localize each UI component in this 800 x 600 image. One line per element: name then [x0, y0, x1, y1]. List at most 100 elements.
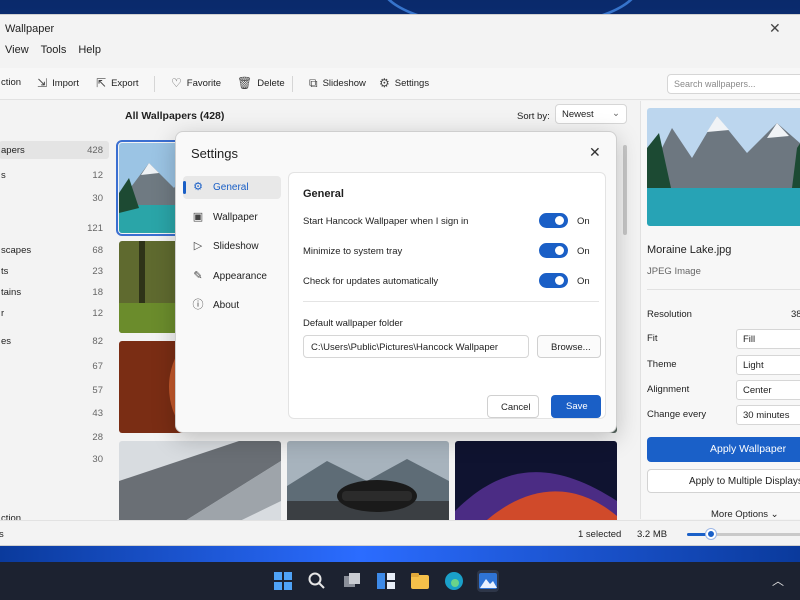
- fit-label: Fit: [647, 333, 658, 344]
- sidebar: apers 428 s 12 30 121 scapes 68 ts 23 tains 18 r 12 es…: [0, 101, 111, 524]
- title-bar[interactable]: Wallpaper ✕: [0, 15, 800, 43]
- nav-wallpaper[interactable]: ▣ Wallpaper: [183, 206, 281, 229]
- menu-tools[interactable]: Tools: [29, 43, 67, 65]
- image-icon: ▣: [192, 211, 204, 223]
- sidebar-item-count: 43: [92, 408, 103, 419]
- nav-appearance-label: Appearance: [213, 271, 267, 282]
- more-options-button[interactable]: More Options ⌄: [711, 509, 779, 520]
- nav-appearance[interactable]: ✎ Appearance: [183, 265, 281, 288]
- new-collection-button[interactable]: ction: [1, 77, 21, 88]
- option-check-updates: Check for updates automatically On: [303, 273, 593, 291]
- favorite-label: Favorite: [186, 77, 222, 89]
- sidebar-item-count: 57: [92, 385, 103, 396]
- zoom-slider[interactable]: [687, 529, 800, 539]
- sidebar-item-count: 23: [92, 266, 103, 277]
- details-panel: Moraine Lake.jpg JPEG Image Resolution 3…: [640, 101, 800, 520]
- window-close-icon[interactable]: ✕: [769, 20, 781, 37]
- fit-select[interactable]: Fill: [736, 329, 800, 349]
- sidebar-item[interactable]: apers 428: [0, 141, 109, 159]
- brush-icon: ✎: [193, 270, 203, 282]
- taskbar: ︿: [0, 562, 800, 600]
- sidebar-item-label: es: [1, 336, 12, 347]
- sidebar-item[interactable]: es 82: [0, 332, 109, 350]
- resolution-label: Resolution: [647, 309, 692, 320]
- sidebar-item[interactable]: 57: [0, 381, 109, 399]
- save-button[interactable]: Save: [551, 395, 601, 418]
- search-input[interactable]: Search wallpapers...: [667, 74, 800, 94]
- widgets-button[interactable]: [375, 570, 397, 592]
- export-label: Export: [111, 77, 139, 89]
- sidebar-item[interactable]: tains 18: [0, 283, 109, 301]
- minimize-to-tray-toggle[interactable]: [539, 243, 568, 258]
- menu-view[interactable]: View: [0, 43, 29, 65]
- chevron-down-icon: ⌄: [612, 108, 620, 119]
- toggle-state: On: [577, 276, 590, 287]
- change-every-select[interactable]: 30 minutes: [736, 405, 800, 425]
- wallpaper-app-button[interactable]: [477, 570, 499, 592]
- wallpaper-thumbnail[interactable]: [455, 441, 617, 531]
- nav-about-label: About: [213, 300, 240, 311]
- sidebar-item[interactable]: ts 23: [0, 262, 109, 280]
- zoom-slider-handle[interactable]: [706, 529, 716, 539]
- start-on-signin-toggle[interactable]: [539, 213, 568, 228]
- menu-bar: View Tools Help: [0, 43, 800, 65]
- gear-icon: ⚙: [379, 76, 390, 90]
- settings-button[interactable]: ⚙ Settings: [379, 77, 429, 89]
- sidebar-item-count: 428: [87, 145, 103, 156]
- sidebar-item[interactable]: s 12: [0, 166, 109, 184]
- folder-label: Default wallpaper folder: [303, 318, 403, 329]
- start-button[interactable]: [272, 570, 294, 592]
- favorite-button[interactable]: ♡ Favorite: [171, 77, 221, 89]
- alignment-select[interactable]: Center: [736, 380, 800, 400]
- import-button[interactable]: ⇲ Import: [37, 77, 79, 89]
- chevron-up-icon[interactable]: ︿: [772, 572, 784, 589]
- sidebar-item[interactable]: r 12: [0, 304, 109, 322]
- info-icon: ⓘ: [192, 299, 204, 311]
- wallpaper-thumbnail[interactable]: [287, 441, 449, 531]
- sidebar-item-label: ts: [1, 266, 9, 277]
- task-view-button[interactable]: [341, 570, 363, 592]
- browse-button[interactable]: Browse...: [537, 335, 601, 358]
- nav-wallpaper-label: Wallpaper: [213, 212, 258, 223]
- folder-path-field[interactable]: C:\Users\Public\Pictures\Hancock Wallpap…: [303, 335, 529, 358]
- check-updates-toggle[interactable]: [539, 273, 568, 288]
- toggle-knob: [555, 276, 564, 285]
- nav-about[interactable]: ⓘ About: [183, 294, 281, 317]
- apply-multiple-button[interactable]: Apply to Multiple Displays: [647, 469, 800, 493]
- edge-browser-button[interactable]: [443, 570, 465, 592]
- delete-button[interactable]: 🗑 Delete: [237, 77, 285, 89]
- gear-icon: ⚙: [193, 181, 203, 193]
- sort-value: Newest: [562, 109, 594, 120]
- sidebar-item[interactable]: 67: [0, 357, 109, 375]
- toggle-state: On: [577, 216, 590, 227]
- sidebar-item-count: 67: [92, 361, 103, 372]
- file-explorer-button[interactable]: [409, 570, 431, 592]
- more-options-label: More Options: [711, 509, 769, 520]
- sidebar-item-label: apers: [1, 145, 25, 156]
- nav-general[interactable]: ⚙ General: [183, 176, 281, 199]
- sidebar-item-count: 121: [87, 223, 103, 234]
- sidebar-item[interactable]: 30: [0, 189, 109, 207]
- sidebar-item[interactable]: 30: [0, 450, 109, 468]
- nav-slideshow[interactable]: ▷ Slideshow: [183, 235, 281, 258]
- sidebar-item[interactable]: scapes 68: [0, 241, 109, 259]
- search-icon: [308, 572, 325, 589]
- sidebar-item[interactable]: 121: [0, 219, 109, 237]
- menu-help[interactable]: Help: [66, 43, 101, 65]
- gallery-scrollbar[interactable]: [623, 145, 627, 235]
- sort-dropdown[interactable]: Newest ⌄: [555, 104, 627, 124]
- wallpaper-thumbnail[interactable]: [119, 441, 281, 531]
- export-button[interactable]: ⇱ Export: [96, 77, 139, 89]
- trash-icon: 🗑: [237, 76, 253, 90]
- change-every-row: Change every 30 minutes: [647, 405, 800, 425]
- sidebar-item[interactable]: 28: [0, 428, 109, 446]
- sidebar-item[interactable]: 43: [0, 404, 109, 422]
- theme-select[interactable]: Light: [736, 355, 800, 375]
- close-icon[interactable]: ✕: [589, 144, 601, 161]
- sidebar-item-label: scapes: [1, 245, 32, 256]
- search-taskbar-button[interactable]: [306, 570, 328, 592]
- cancel-button[interactable]: Cancel: [487, 395, 539, 418]
- sidebar-item-label: r: [1, 308, 5, 319]
- slideshow-button[interactable]: ⧉ Slideshow: [309, 77, 366, 89]
- apply-wallpaper-button[interactable]: Apply Wallpaper: [647, 437, 800, 462]
